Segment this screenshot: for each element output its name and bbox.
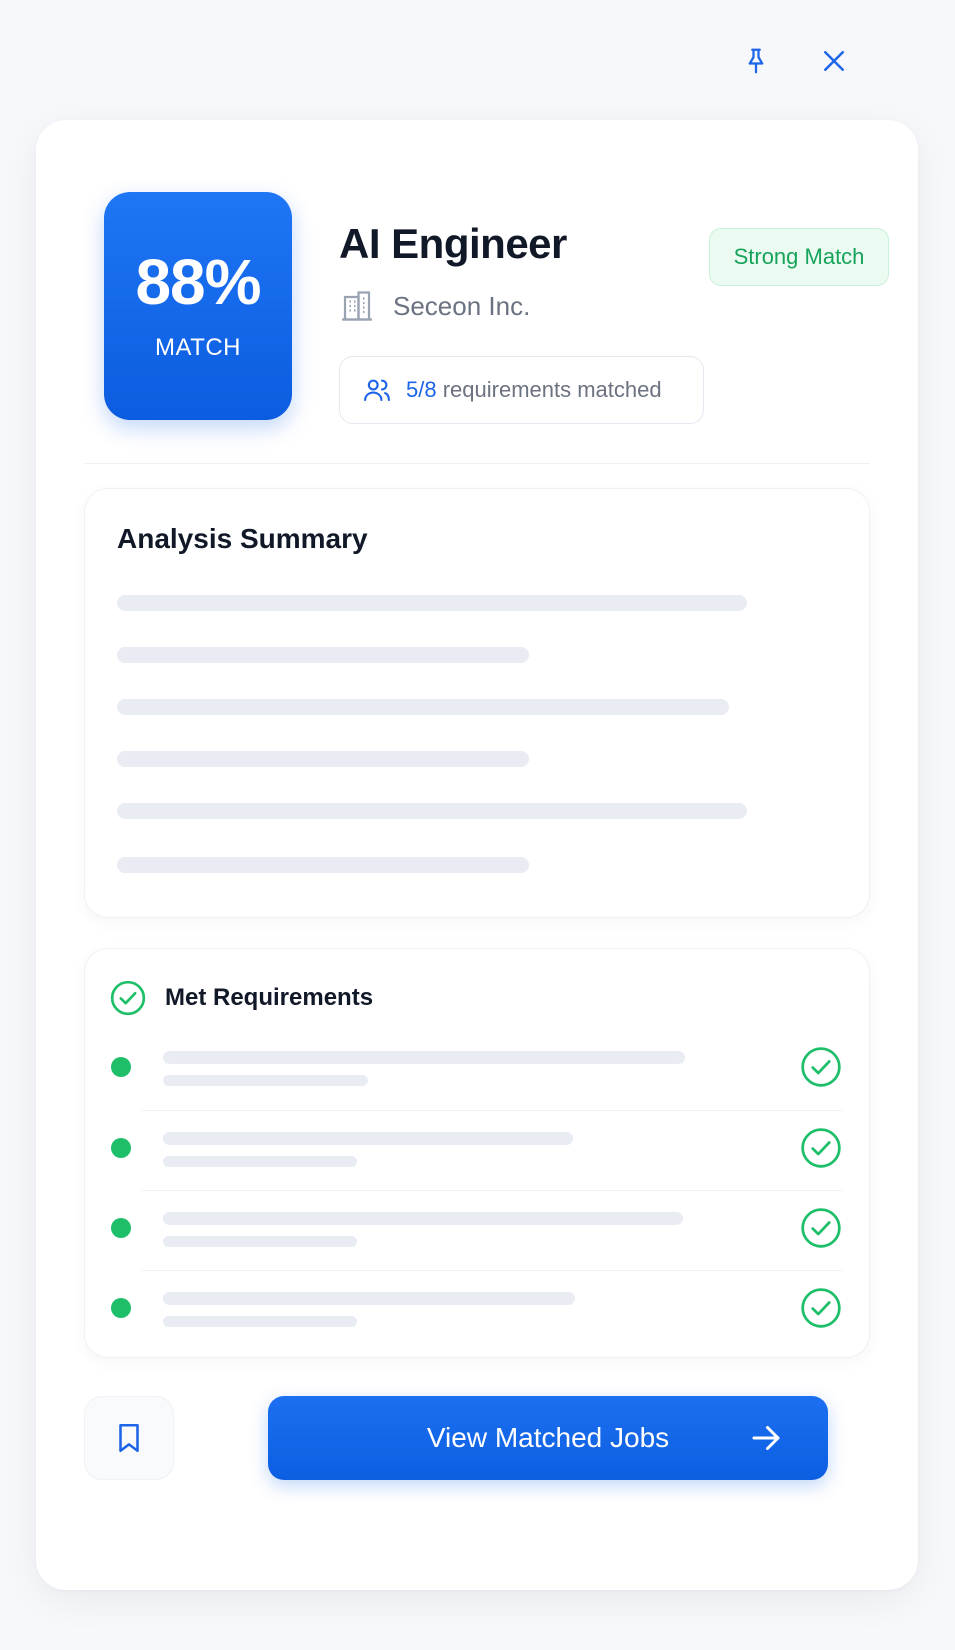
skeleton-line xyxy=(163,1132,573,1145)
requirement-row xyxy=(109,1206,843,1286)
bookmark-icon xyxy=(119,1423,139,1453)
company-row: Seceon Inc. xyxy=(339,288,530,324)
met-requirements-header: Met Requirements xyxy=(109,979,373,1017)
company-name: Seceon Inc. xyxy=(393,290,531,321)
skeleton-line xyxy=(117,647,529,663)
analysis-summary-panel: Analysis Summary xyxy=(84,488,870,918)
skeleton-line xyxy=(163,1212,683,1225)
match-score-tile: 88% MATCH xyxy=(104,192,292,420)
row-divider xyxy=(141,1270,843,1271)
row-divider xyxy=(141,1190,843,1191)
status-dot xyxy=(111,1138,131,1158)
pin-icon xyxy=(748,48,764,74)
requirement-row xyxy=(109,1045,843,1125)
check-circle-icon xyxy=(110,980,146,1016)
requirements-text: requirements matched xyxy=(442,377,662,402)
view-matched-jobs-label: View Matched Jobs xyxy=(426,1422,670,1453)
header-divider xyxy=(84,463,870,464)
skeleton-line xyxy=(117,803,747,819)
skeleton-line xyxy=(117,751,529,767)
building-icon xyxy=(342,291,372,321)
check-circle-icon xyxy=(801,1208,841,1248)
skeleton-line xyxy=(163,1316,357,1327)
skeleton-line xyxy=(163,1156,357,1167)
met-requirements-title: Met Requirements xyxy=(165,984,374,1011)
skeleton-line xyxy=(163,1292,575,1305)
status-dot xyxy=(111,1057,131,1077)
status-dot xyxy=(111,1298,131,1318)
row-divider xyxy=(141,1110,843,1111)
match-card: 88% MATCH AI Engineer Seceon Inc. Strong… xyxy=(36,120,918,1590)
skeleton-line xyxy=(117,857,529,873)
skeleton-line xyxy=(163,1236,357,1247)
requirement-row xyxy=(109,1286,843,1366)
match-strength-badge: Strong Match xyxy=(709,228,889,286)
job-title: AI Engineer xyxy=(339,220,567,267)
check-circle-icon xyxy=(801,1288,841,1328)
users-icon xyxy=(364,379,390,402)
check-circle-icon xyxy=(801,1128,841,1168)
status-dot xyxy=(111,1218,131,1238)
pin-button[interactable] xyxy=(739,44,773,78)
skeleton-line xyxy=(163,1075,368,1086)
skeleton-line xyxy=(117,699,729,715)
check-circle-icon xyxy=(801,1047,841,1087)
view-matched-jobs-button[interactable]: View Matched Jobs xyxy=(268,1396,828,1480)
match-score-value: 88% xyxy=(135,246,261,318)
skeleton-line xyxy=(117,595,747,611)
bookmark-button[interactable] xyxy=(84,1396,174,1480)
match-score-label: MATCH xyxy=(154,334,242,361)
met-requirements-panel: Met Requirements xyxy=(84,948,870,1358)
requirements-count: 5/8 xyxy=(406,377,437,402)
close-icon xyxy=(824,51,844,71)
requirement-row xyxy=(109,1126,843,1206)
skeleton-line xyxy=(163,1051,685,1064)
requirements-summary-pill: 5/8 requirements matched xyxy=(339,356,704,424)
analysis-summary-title: Analysis Summary xyxy=(117,523,368,554)
window-actions xyxy=(739,44,851,78)
close-button[interactable] xyxy=(817,44,851,78)
arrow-right-icon xyxy=(752,1426,780,1450)
